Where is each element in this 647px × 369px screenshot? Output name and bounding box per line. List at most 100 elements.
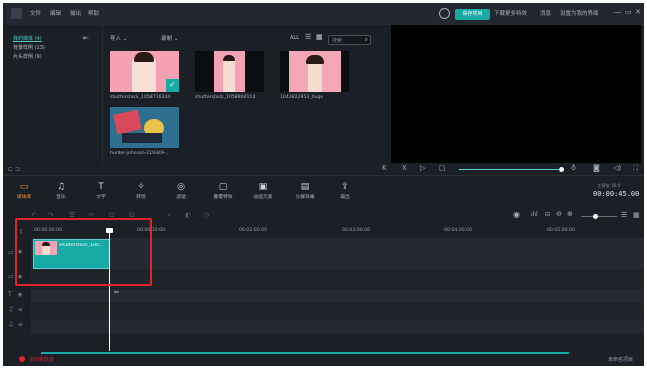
collapse-panel-icon[interactable]: ⇤ bbox=[83, 34, 89, 42]
prev-clip-icon[interactable]: X bbox=[402, 164, 407, 172]
audio-mixer-icon[interactable]: ılıl bbox=[531, 211, 538, 218]
grid-view-icon[interactable]: ▦ bbox=[316, 33, 323, 41]
split-screen-icon: ▤ bbox=[300, 182, 310, 192]
media-item-label: shutterstock_1058716244 bbox=[110, 95, 171, 100]
tool-label: 音乐 bbox=[56, 195, 66, 200]
project-name: 未命名项目 bbox=[608, 357, 634, 363]
media-item-label: 1043822953_huge bbox=[280, 95, 324, 100]
add-track-icon[interactable] bbox=[19, 356, 25, 362]
panel-divider bbox=[102, 25, 103, 163]
record-voice-icon[interactable]: ♁ bbox=[571, 164, 576, 172]
minimize-button[interactable]: — bbox=[614, 8, 621, 16]
set-default-layout-link[interactable]: 设置为我的界面 bbox=[560, 9, 599, 17]
media-thumbnail[interactable]: ✓ bbox=[110, 51, 179, 92]
save-project-button[interactable]: 保存项目 bbox=[455, 9, 490, 20]
text-track[interactable] bbox=[31, 289, 644, 303]
tool-label: 转场 bbox=[136, 195, 146, 200]
tool-label: 动画元素 bbox=[253, 195, 273, 200]
zoom-slider-handle[interactable] bbox=[593, 214, 598, 219]
folder-intro-samples[interactable]: 片头样例 (9) bbox=[13, 53, 42, 60]
record-dropdown[interactable]: 录制 ⌄ bbox=[161, 34, 178, 42]
volume-icon[interactable]: ◁) bbox=[613, 164, 621, 172]
tool-label: 分屏效果 bbox=[295, 195, 315, 200]
media-thumbnail[interactable] bbox=[110, 107, 179, 148]
preview-seek-bar[interactable] bbox=[459, 169, 561, 170]
media-thumbnail[interactable] bbox=[280, 51, 349, 92]
grid-view-icon[interactable]: ▦ bbox=[633, 211, 640, 219]
zoom-slider[interactable] bbox=[581, 216, 617, 217]
menu-help[interactable]: 帮助 bbox=[88, 9, 99, 17]
elements-icon: ▣ bbox=[258, 182, 268, 192]
app-logo-icon bbox=[11, 8, 22, 19]
marker-icon[interactable]: ⊟ bbox=[545, 211, 550, 218]
render-icon[interactable]: ◉ bbox=[513, 210, 520, 219]
tool-elements[interactable]: ▣ 动画元素 bbox=[243, 181, 283, 200]
track-visibility-icon[interactable]: ◉ bbox=[18, 292, 40, 298]
timecode-display: 00:00:45.00 bbox=[593, 190, 640, 198]
panel-layout-icons[interactable]: ⊏ ⊐ bbox=[8, 166, 20, 173]
menu-file[interactable]: 文件 bbox=[30, 9, 41, 17]
transition-icon: ✧ bbox=[137, 182, 145, 192]
search-icon: ⌕ bbox=[364, 36, 368, 43]
add-track-button[interactable]: 添加新轨道 bbox=[29, 356, 54, 363]
ruler-tick: 00:03:00:00 bbox=[342, 228, 371, 233]
audio-track-1[interactable] bbox=[31, 304, 644, 318]
color-icon[interactable]: ◐ bbox=[185, 211, 191, 219]
zoom-out-icon[interactable]: ⊖ bbox=[556, 210, 562, 218]
ruler-tick: 00:02:00:00 bbox=[239, 228, 268, 233]
menu-export[interactable]: 输出 bbox=[70, 9, 81, 17]
tool-label: 输出 bbox=[340, 195, 350, 200]
track-mute-icon[interactable]: ◂) bbox=[18, 322, 40, 328]
ruler-tick: 00:04:00:00 bbox=[444, 228, 473, 233]
account-icon[interactable] bbox=[439, 8, 450, 19]
tool-overlay[interactable]: ▢ 叠覆特效 bbox=[203, 181, 243, 200]
filter-icon[interactable]: ☰ bbox=[305, 33, 311, 41]
media-thumbnail[interactable] bbox=[195, 51, 264, 92]
close-button[interactable]: ✕ bbox=[635, 8, 641, 16]
tool-media[interactable]: ▭ 媒体库 bbox=[4, 181, 44, 200]
timeline-scrollbar[interactable] bbox=[41, 352, 569, 354]
prev-frame-icon[interactable]: K bbox=[382, 164, 387, 172]
preview-ratio-label: 主预览 16:9 bbox=[597, 183, 621, 188]
tool-label: 滤镜 bbox=[176, 195, 186, 200]
filter-all[interactable]: ALL bbox=[290, 35, 299, 41]
import-dropdown[interactable]: 导入 ⌄ bbox=[110, 34, 127, 42]
list-view-icon[interactable]: ☰ bbox=[621, 211, 627, 219]
tool-music[interactable]: ♫ 音乐 bbox=[41, 181, 81, 200]
zoom-search-icon[interactable]: ⌕ bbox=[167, 211, 171, 220]
export-icon: ⇪ bbox=[341, 182, 349, 192]
tool-transition[interactable]: ✧ 转场 bbox=[121, 181, 161, 200]
tool-label: 叠覆特效 bbox=[213, 195, 233, 200]
scissors-icon[interactable]: ✂ bbox=[114, 289, 119, 296]
folder-my-media[interactable]: 我的媒体 (4) bbox=[13, 35, 42, 42]
stop-icon[interactable]: □ bbox=[439, 164, 446, 172]
folder-background-samples[interactable]: 背景样例 (13) bbox=[13, 44, 45, 51]
tool-text[interactable]: T 文字 bbox=[81, 181, 121, 200]
app-window: 文件 编辑 输出 帮助 保存项目 下载更多特效 消息 设置为我的界面 — ▭ ✕… bbox=[3, 3, 644, 366]
tool-split-screen[interactable]: ▤ 分屏效果 bbox=[285, 181, 325, 200]
play-icon[interactable]: ▷ bbox=[420, 164, 425, 172]
maximize-button[interactable]: ▭ bbox=[625, 8, 632, 16]
zoom-in-icon[interactable]: ⊕ bbox=[567, 210, 573, 218]
preview-seek-handle[interactable] bbox=[559, 167, 564, 172]
fullscreen-icon[interactable]: ⛶ bbox=[633, 164, 638, 173]
highlight-box bbox=[15, 218, 152, 286]
media-panel: 我的媒体 (4) 背景样例 (13) 片头样例 (9) ⇤ 导入 ⌄ 录制 ⌄ … bbox=[3, 25, 386, 163]
main-toolbar: ▭ 媒体库 ♫ 音乐 T 文字 ✧ 转场 ◎ 滤镜 ▢ 叠覆特效 ▣ 动画元素 ▤ 分屏效果 ⇪… bbox=[3, 175, 644, 207]
search-input[interactable]: 搜索 ⌕ bbox=[328, 35, 371, 45]
menu-edit[interactable]: 编辑 bbox=[50, 9, 61, 17]
tool-export[interactable]: ⇪ 输出 bbox=[325, 181, 365, 200]
music-icon: ♫ bbox=[56, 182, 66, 192]
timer-icon[interactable]: ◷ bbox=[203, 211, 209, 219]
tool-filter[interactable]: ◎ 滤镜 bbox=[161, 181, 201, 200]
snapshot-icon[interactable]: ◙ bbox=[593, 164, 600, 172]
selected-check-icon: ✓ bbox=[166, 79, 179, 92]
search-placeholder: 搜索 bbox=[332, 38, 343, 44]
title-bar: 文件 编辑 输出 帮助 保存项目 下载更多特效 消息 设置为我的界面 — ▭ ✕ bbox=[3, 3, 644, 25]
preview-screen[interactable] bbox=[391, 25, 641, 163]
messages-link[interactable]: 消息 bbox=[540, 9, 551, 17]
download-effects-link[interactable]: 下载更多特效 bbox=[494, 9, 527, 17]
audio-track-2[interactable] bbox=[31, 319, 644, 333]
track-mute-icon[interactable]: ◂) bbox=[18, 307, 40, 313]
tool-label: 文字 bbox=[96, 195, 106, 200]
